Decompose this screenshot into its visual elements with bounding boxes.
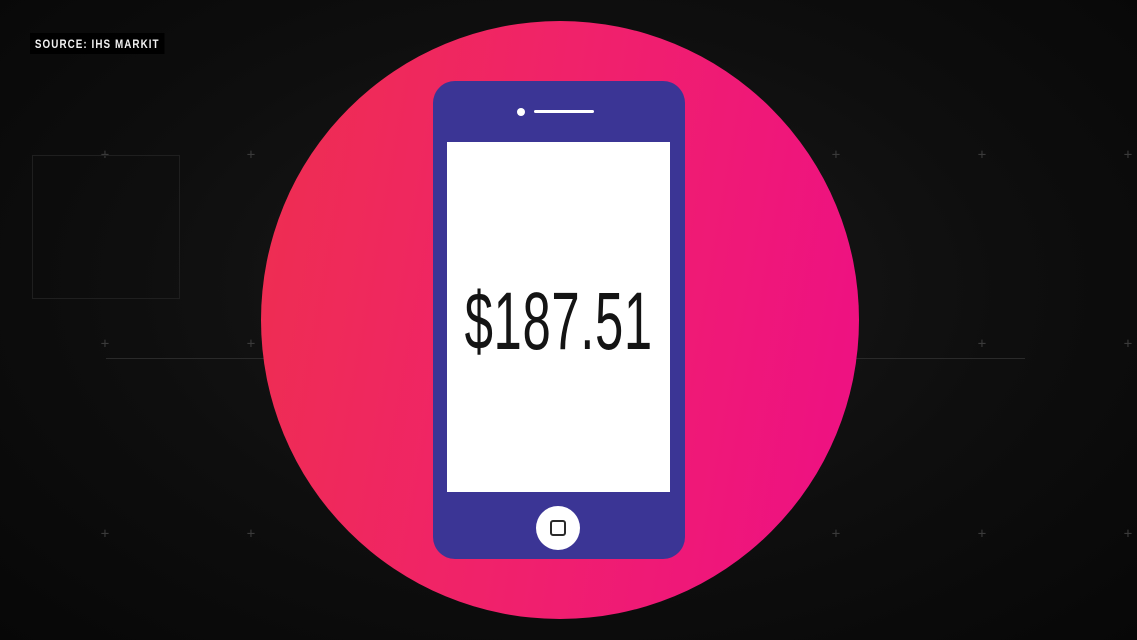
grid-plus-icon: +	[977, 147, 987, 163]
speaker-icon	[534, 110, 594, 113]
grid-plus-icon: +	[246, 336, 256, 352]
grid-plus-icon: +	[100, 526, 110, 542]
grid-plus-icon: +	[1123, 526, 1133, 542]
grid-plus-icon: +	[831, 147, 841, 163]
grid-plus-icon: +	[977, 526, 987, 542]
phone-illustration: $187.51	[433, 81, 685, 559]
grid-divider-line	[855, 358, 1025, 359]
home-square-icon	[550, 520, 566, 536]
video-frame: + + + + + + + + + + + + + + + SOURCE: IH…	[0, 0, 1137, 640]
grid-plus-icon: +	[977, 336, 987, 352]
grid-plus-icon: +	[246, 526, 256, 542]
grid-plus-icon: +	[1123, 336, 1133, 352]
source-caption: SOURCE: IHS MARKIT	[30, 33, 165, 54]
grid-divider-line	[106, 358, 266, 359]
grid-plus-icon: +	[246, 147, 256, 163]
home-button-icon	[536, 506, 580, 550]
price-label: $187.51	[464, 276, 653, 367]
grid-plus-icon: +	[1123, 147, 1133, 163]
grid-plus-icon: +	[100, 336, 110, 352]
grid-plus-icon: +	[831, 526, 841, 542]
phone-screen: $187.51	[447, 142, 670, 492]
camera-dot-icon	[517, 108, 525, 116]
grid-frame-box	[32, 155, 180, 299]
